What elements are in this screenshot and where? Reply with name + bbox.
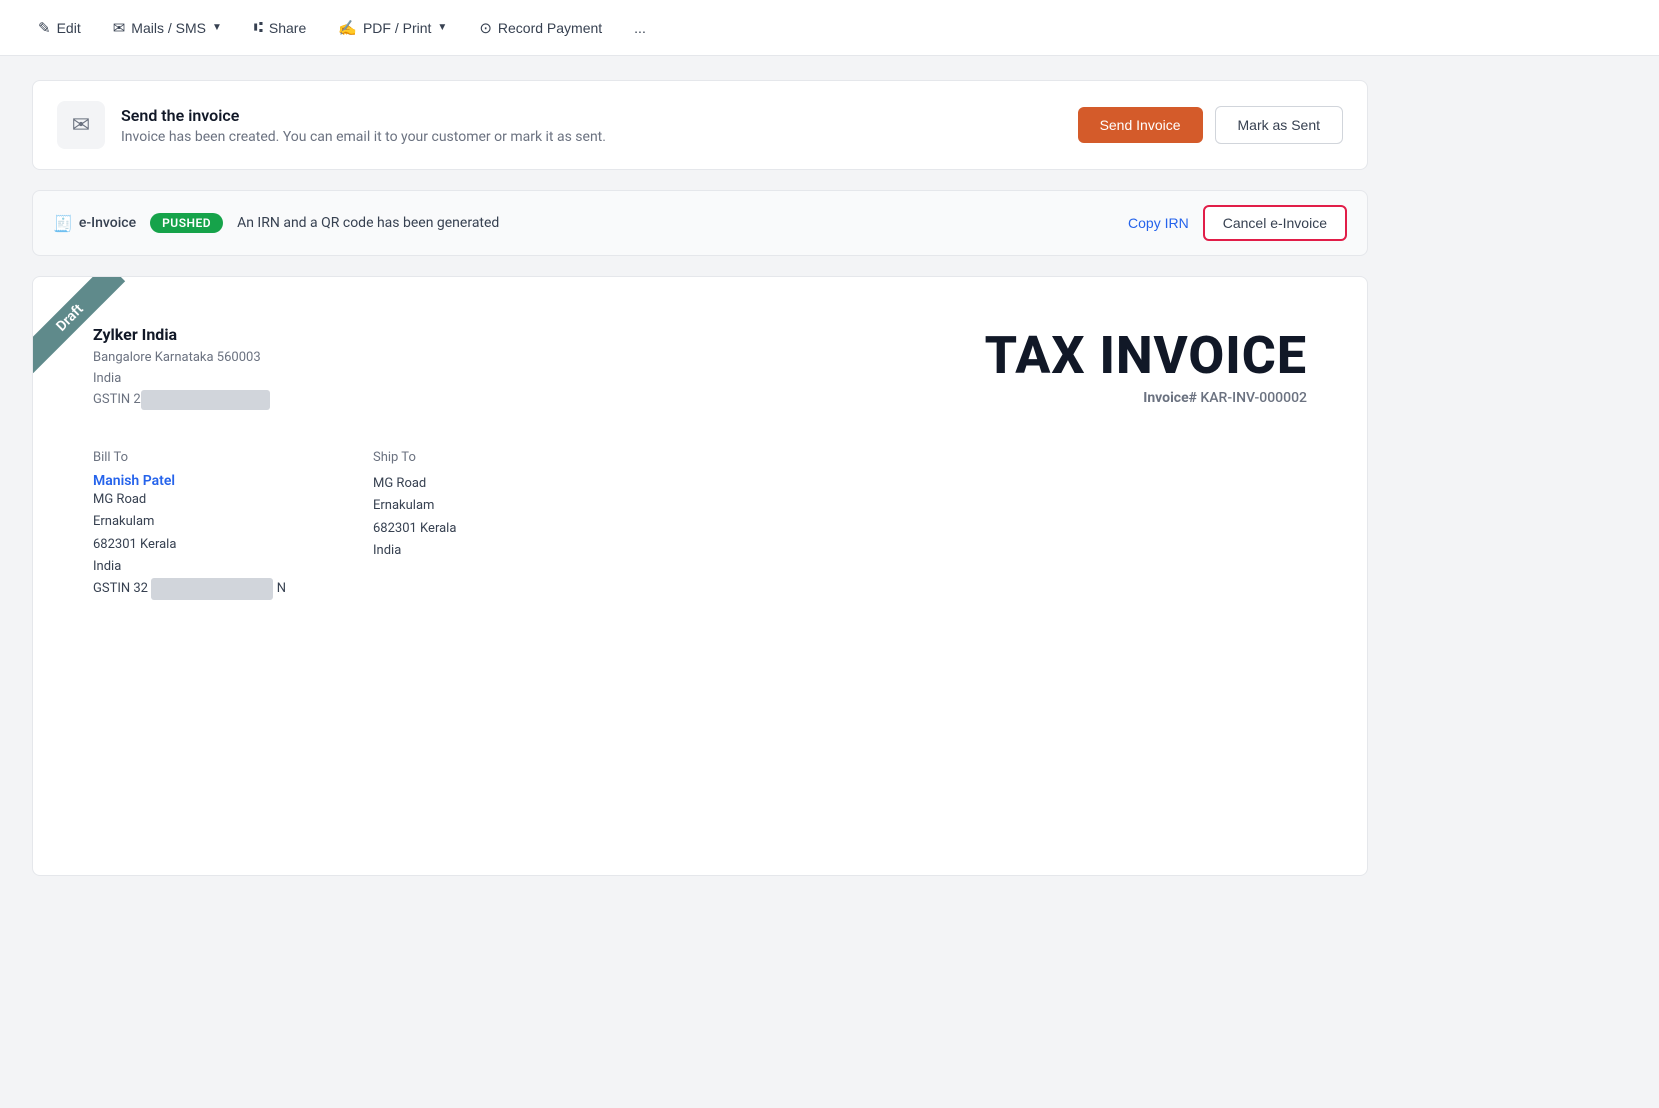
edit-button[interactable]: ✎ Edit bbox=[24, 11, 95, 45]
invoice-document: Draft Zylker India Bangalore Karnataka 5… bbox=[32, 276, 1368, 876]
payment-icon: ⊙ bbox=[479, 19, 492, 37]
ship-address: MG Road Ernakulam 682301 Kerala India bbox=[373, 473, 573, 561]
pdf-print-button[interactable]: ✍ PDF / Print ▼ bbox=[324, 11, 461, 45]
bill-to-label: Bill To bbox=[93, 450, 293, 465]
bill-to-column: Bill To Manish Patel MG Road Ernakulam 6… bbox=[93, 450, 293, 599]
billing-section: Bill To Manish Patel MG Road Ernakulam 6… bbox=[93, 450, 1307, 599]
einvoice-bar: 🧾 e-Invoice PUSHED An IRN and a QR code … bbox=[32, 190, 1368, 256]
ship-to-column: Ship To MG Road Ernakulam 682301 Kerala … bbox=[373, 450, 573, 599]
cancel-einvoice-button[interactable]: Cancel e-Invoice bbox=[1203, 205, 1347, 241]
copy-irn-button[interactable]: Copy IRN bbox=[1128, 215, 1189, 231]
draft-ribbon: Draft bbox=[33, 277, 153, 397]
banner-description: Invoice has been created. You can email … bbox=[121, 129, 1062, 145]
einvoice-message: An IRN and a QR code has been generated bbox=[237, 215, 1114, 231]
einvoice-label: 🧾 e-Invoice bbox=[53, 214, 136, 233]
pushed-badge: PUSHED bbox=[150, 213, 223, 233]
mail-icon: ✉ bbox=[113, 19, 126, 37]
send-invoice-banner: ✉ Send the invoice Invoice has been crea… bbox=[32, 80, 1368, 170]
mails-sms-button[interactable]: ✉ Mails / SMS ▼ bbox=[99, 11, 236, 45]
customer-name-link[interactable]: Manish Patel bbox=[93, 473, 293, 489]
banner-text: Send the invoice Invoice has been create… bbox=[121, 106, 1062, 145]
mark-as-sent-button[interactable]: Mark as Sent bbox=[1215, 106, 1343, 144]
more-options-button[interactable]: ... bbox=[620, 12, 660, 44]
edit-icon: ✎ bbox=[38, 19, 51, 37]
pdf-icon: ✍ bbox=[338, 19, 357, 37]
main-content: ✉ Send the invoice Invoice has been crea… bbox=[0, 56, 1400, 900]
share-button[interactable]: ⑆ Share bbox=[240, 11, 320, 44]
banner-actions: Send Invoice Mark as Sent bbox=[1078, 106, 1343, 144]
draft-label: Draft bbox=[33, 277, 125, 373]
toolbar: ✎ Edit ✉ Mails / SMS ▼ ⑆ Share ✍ PDF / P… bbox=[0, 0, 1659, 56]
share-icon: ⑆ bbox=[254, 19, 263, 36]
invoice-title: TAX INVOICE bbox=[985, 325, 1307, 386]
invoice-header: Zylker India Bangalore Karnataka 560003 … bbox=[93, 325, 1307, 410]
invoice-number: Invoice# KAR-INV-000002 bbox=[985, 390, 1307, 406]
bill-address: MG Road Ernakulam 682301 Kerala India GS… bbox=[93, 489, 293, 599]
envelope-icon: ✉ bbox=[57, 101, 105, 149]
banner-title: Send the invoice bbox=[121, 106, 1062, 125]
chevron-down-icon: ▼ bbox=[212, 22, 222, 33]
record-payment-button[interactable]: ⊙ Record Payment bbox=[465, 11, 616, 45]
einvoice-icon: 🧾 bbox=[53, 214, 73, 233]
ship-to-label: Ship To bbox=[373, 450, 573, 465]
send-invoice-button[interactable]: Send Invoice bbox=[1078, 107, 1203, 143]
chevron-down-icon: ▼ bbox=[437, 22, 447, 33]
invoice-title-block: TAX INVOICE Invoice# KAR-INV-000002 bbox=[985, 325, 1307, 406]
